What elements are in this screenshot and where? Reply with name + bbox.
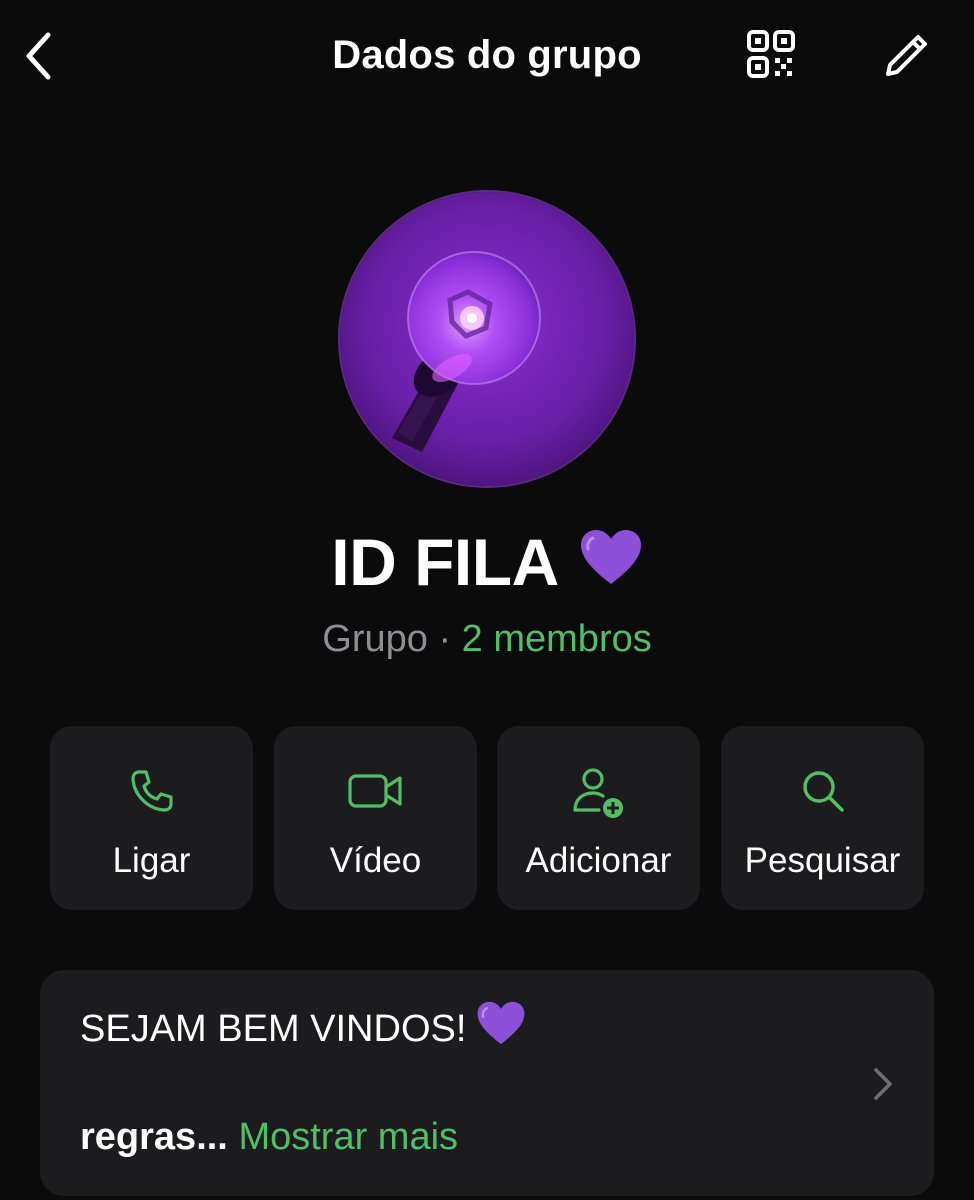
video-label: Vídeo xyxy=(329,841,422,880)
show-more-link[interactable]: Mostrar mais xyxy=(238,1116,458,1158)
description-heading-text: SEJAM BEM VINDOS! xyxy=(80,1008,467,1051)
header-bar: Dados do grupo xyxy=(0,0,974,115)
add-member-button[interactable]: Adicionar xyxy=(497,726,700,910)
description-preview: regras... Mostrar mais xyxy=(80,1116,458,1159)
lightstick-photo xyxy=(340,192,634,486)
purple-heart-icon xyxy=(579,525,643,601)
group-meta: Grupo · 2 membros xyxy=(0,618,974,661)
search-label: Pesquisar xyxy=(744,841,901,880)
qr-code-button[interactable] xyxy=(745,30,799,80)
search-button[interactable]: Pesquisar xyxy=(721,726,924,910)
members-link[interactable]: 2 membros xyxy=(462,618,652,660)
chevron-right-icon xyxy=(874,1068,892,1100)
description-heading: SEJAM BEM VINDOS! xyxy=(80,1001,526,1056)
group-name-text: ID FILA xyxy=(331,525,559,599)
qr-code-icon xyxy=(747,30,795,78)
call-button[interactable]: Ligar xyxy=(50,726,253,910)
page-title: Dados do grupo xyxy=(332,33,642,77)
pencil-icon xyxy=(886,35,927,76)
group-kind: Grupo xyxy=(322,618,428,660)
phone-icon xyxy=(130,770,173,812)
video-button[interactable]: Vídeo xyxy=(274,726,477,910)
purple-heart-icon xyxy=(476,1000,526,1056)
group-description-card[interactable]: SEJAM BEM VINDOS! regras... Mostrar mais xyxy=(40,970,934,1196)
description-preview-text: regras... xyxy=(80,1116,228,1158)
meta-separator: · xyxy=(438,618,452,660)
action-buttons: Ligar Vídeo Adicionar Pesquisar xyxy=(50,726,924,910)
edit-button[interactable] xyxy=(880,30,932,82)
add-person-icon xyxy=(572,768,623,818)
video-camera-icon xyxy=(347,774,402,808)
search-icon xyxy=(802,771,844,812)
add-member-label: Adicionar xyxy=(525,841,672,880)
group-name: ID FILA xyxy=(0,524,974,601)
call-label: Ligar xyxy=(112,841,191,880)
group-avatar[interactable] xyxy=(338,190,636,488)
